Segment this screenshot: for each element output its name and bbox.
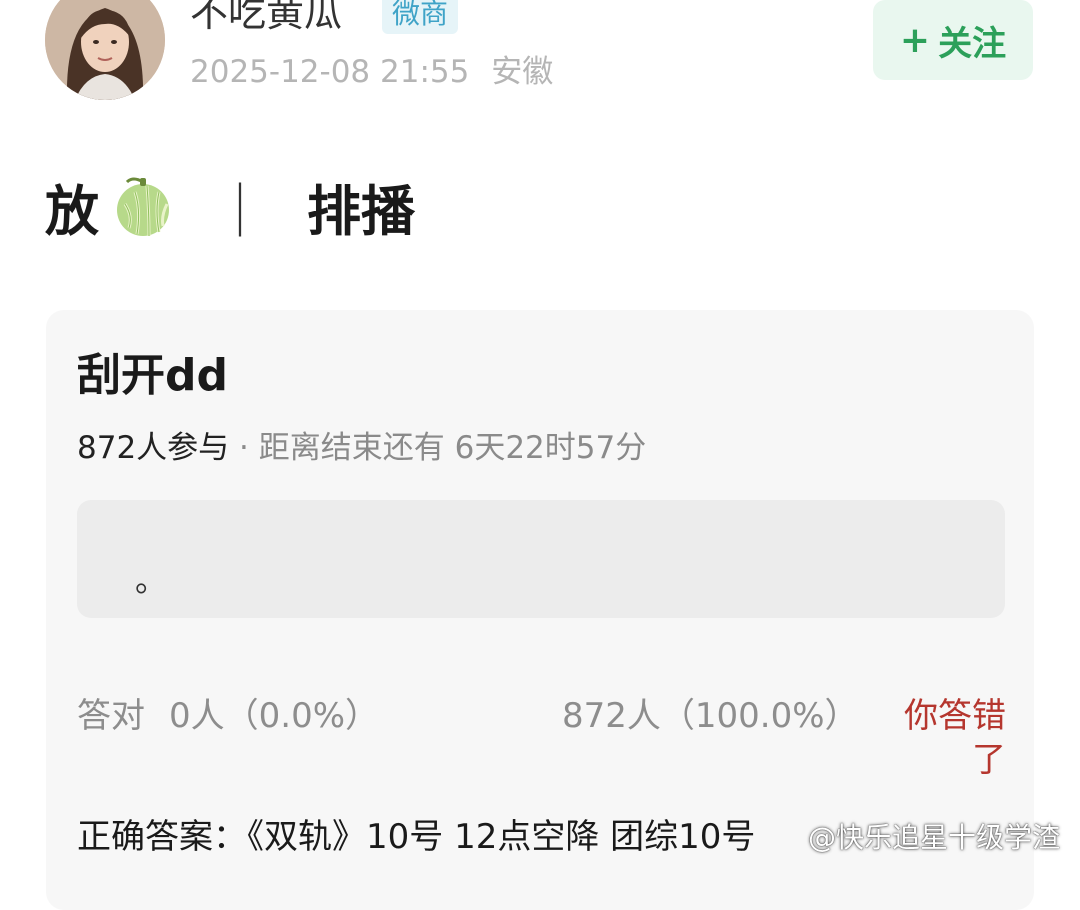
melon-emoji bbox=[117, 177, 169, 237]
post-text-before: 放 bbox=[45, 179, 99, 243]
answer-text: 。 bbox=[135, 561, 168, 599]
follow-button[interactable]: + 关注 bbox=[873, 0, 1033, 80]
author-badge: 微商 bbox=[382, 0, 459, 34]
plus-icon: + bbox=[899, 19, 931, 61]
post-timestamp: 2025-12-08 21:55 bbox=[190, 54, 470, 90]
quiz-title: 刮开dd bbox=[77, 350, 228, 401]
correct-label: 答对 bbox=[77, 696, 145, 736]
quiz-countdown-label: 距离结束还有 bbox=[258, 430, 445, 466]
follow-label: 关注 bbox=[938, 23, 1007, 64]
post-separator: ｜ bbox=[213, 179, 267, 243]
avatar[interactable] bbox=[45, 0, 165, 100]
author-name[interactable]: 不吃黄瓜 bbox=[190, 0, 342, 36]
wrong-label: 你答错了 bbox=[904, 696, 1006, 780]
correct-result: 答对 0人（0.0%） bbox=[77, 694, 379, 738]
watermark: @快乐追星十级学渣 bbox=[808, 821, 1061, 854]
correct-count: 0人（0.0%） bbox=[169, 696, 380, 736]
quiz-participants: 872人参与 bbox=[77, 430, 230, 466]
post-location: 安徽 bbox=[491, 54, 554, 90]
avatar-photo bbox=[45, 0, 165, 100]
post-content: 放 ｜ 排播 bbox=[45, 170, 415, 243]
answer-box[interactable] bbox=[77, 500, 1005, 618]
post-text-after: 排播 bbox=[307, 179, 415, 243]
quiz-countdown: 6天22时57分 bbox=[454, 430, 647, 466]
wrong-count: 872人（100.0%） bbox=[562, 696, 859, 736]
quiz-stats: 872人参与 · 距离结束还有 6天22时57分 bbox=[77, 428, 646, 468]
post-meta: 2025-12-08 21:55 安徽 bbox=[190, 52, 553, 92]
quiz-dot: · bbox=[229, 430, 259, 466]
correct-answer: 正确答案：《双轨》10号 12点空降 团综10号 bbox=[77, 817, 756, 857]
